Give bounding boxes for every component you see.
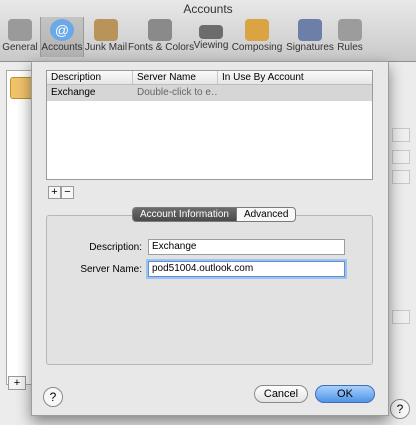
toolbar-composing[interactable]: Composing xyxy=(230,17,284,57)
remove-server-button[interactable]: − xyxy=(61,186,74,199)
pane-help-button[interactable]: ? xyxy=(390,399,410,419)
ok-button[interactable]: OK xyxy=(315,385,375,403)
fonts-icon xyxy=(148,19,172,41)
toolbar-label: Composing xyxy=(231,42,283,53)
cancel-button[interactable]: Cancel xyxy=(254,385,308,403)
toolbar-label: Viewing xyxy=(193,40,229,51)
toolbar-fonts-colors[interactable]: Fonts & Colors xyxy=(128,17,195,57)
pencil-icon xyxy=(245,19,269,41)
column-header-server-name[interactable]: Server Name xyxy=(133,71,218,84)
toolbar-signatures[interactable]: Signatures xyxy=(284,17,336,57)
background-field xyxy=(392,150,410,164)
preferences-toolbar: General @ Accounts Junk Mail Fonts & Col… xyxy=(0,16,364,60)
server-settings-group: Description: Exchange Server Name: pod51… xyxy=(46,215,373,365)
table-header: Description Server Name In Use By Accoun… xyxy=(47,71,372,85)
background-field xyxy=(392,170,410,184)
row-server-name: Double-click to e… xyxy=(137,87,218,98)
description-field[interactable]: Exchange xyxy=(148,239,345,255)
rules-icon xyxy=(338,19,362,41)
server-table[interactable]: Description Server Name In Use By Accoun… xyxy=(46,70,373,180)
toolbar-label: Rules xyxy=(337,42,363,53)
glasses-icon xyxy=(199,25,223,39)
toolbar-junk-mail[interactable]: Junk Mail xyxy=(84,17,128,57)
at-sign-icon: @ xyxy=(50,19,74,41)
help-button[interactable]: ? xyxy=(43,387,63,407)
column-header-in-use[interactable]: In Use By Account xyxy=(218,71,372,84)
add-server-button[interactable]: + xyxy=(48,186,61,199)
settings-tabs: Account Information Advanced xyxy=(132,207,297,222)
toolbar-label: Signatures xyxy=(286,42,334,53)
toolbar-label: Fonts & Colors xyxy=(128,42,195,53)
toolbar-label: Accounts xyxy=(41,42,83,53)
server-name-field[interactable]: pod51004.outlook.com xyxy=(148,261,345,277)
add-account-button[interactable]: + xyxy=(8,376,26,390)
background-field xyxy=(392,310,410,324)
toolbar-viewing[interactable]: Viewing xyxy=(192,17,230,57)
server-name-label: Server Name: xyxy=(80,264,142,275)
toolbar-accounts[interactable]: @ Accounts xyxy=(40,17,84,57)
toolbar-label: General xyxy=(2,42,38,53)
toolbar-rules[interactable]: Rules xyxy=(336,17,364,57)
row-in-use xyxy=(218,85,372,101)
row-description: Exchange xyxy=(51,87,96,98)
trash-bag-icon xyxy=(94,19,118,41)
table-row[interactable]: Exchange Double-click to e… xyxy=(47,85,372,101)
signature-icon xyxy=(298,19,322,41)
tab-account-information[interactable]: Account Information xyxy=(133,208,236,221)
switch-icon xyxy=(8,19,32,41)
description-label: Description: xyxy=(89,242,142,253)
smtp-server-list-sheet: Description Server Name In Use By Accoun… xyxy=(31,61,389,416)
toolbar-label: Junk Mail xyxy=(84,42,128,53)
tab-advanced[interactable]: Advanced xyxy=(235,208,295,221)
window-titlebar: Accounts General @ Accounts Junk Mail Fo… xyxy=(0,0,416,62)
background-field xyxy=(392,128,410,142)
toolbar-general[interactable]: General xyxy=(0,17,40,57)
window-title: Accounts xyxy=(183,2,233,16)
column-header-description[interactable]: Description xyxy=(47,71,133,84)
